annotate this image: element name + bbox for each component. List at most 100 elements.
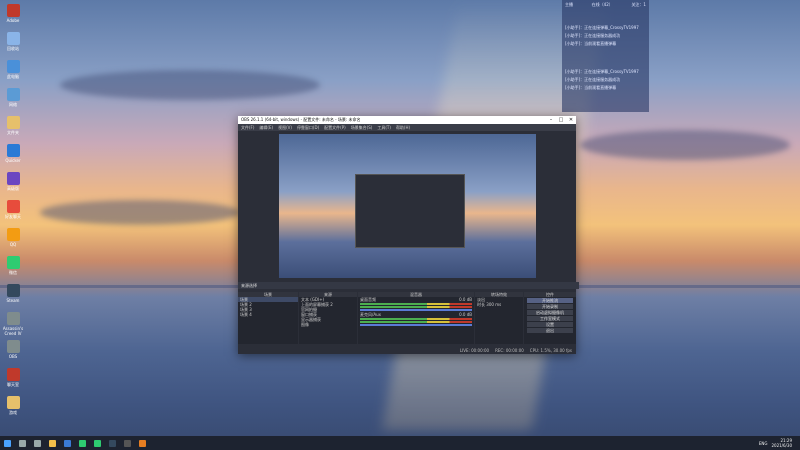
overlay-line: [小助手]：正在连接服务器成功: [565, 77, 621, 82]
desktop-icon-label: Adobe: [6, 18, 20, 23]
taskbar: ENG 21:29 2021/6/30: [0, 436, 800, 450]
steam-icon[interactable]: [109, 439, 116, 447]
obs-title: OBS 26.1.1 (64-bit, windows) - 配置文件: 未命名…: [241, 117, 361, 122]
task-view-icon[interactable]: [34, 439, 41, 447]
mixer-channel-db: 0.0 dB: [459, 312, 472, 317]
chrome-icon[interactable]: [79, 439, 86, 447]
volume-meter: [360, 303, 472, 305]
overlay-follow: 关注：1: [631, 2, 646, 7]
explorer-icon[interactable]: [49, 439, 56, 447]
search-icon[interactable]: [19, 439, 26, 447]
overlay-line: [小助手]：正在连接弹幕_CrossyTV1997: [565, 25, 639, 30]
desktop-icon[interactable]: 高级版: [2, 172, 24, 191]
app-icon: [6, 340, 20, 353]
menu-item[interactable]: 编辑(E): [259, 125, 273, 131]
desktop-icon[interactable]: 游戏: [2, 396, 24, 415]
mixer-channel-db: 0.0 dB: [459, 297, 472, 302]
desktop-icon-label: 好友聊天: [5, 214, 21, 219]
controls-title: 控件: [524, 292, 576, 297]
nested-preview: [355, 174, 465, 248]
menu-item[interactable]: 停靠窗口(D): [297, 125, 319, 131]
obs-statusbar: LIVE: 00:00:00 REC: 00:00:00 CPU: 1.5%, …: [238, 346, 576, 354]
lang-indicator[interactable]: ENG: [759, 441, 768, 446]
desktop-icon[interactable]: 好友聊天: [2, 200, 24, 219]
control-button[interactable]: 启动虚拟摄像机: [527, 310, 573, 315]
app-icon: [6, 284, 20, 297]
edge-icon[interactable]: [64, 439, 71, 447]
scene-item[interactable]: 场景 4: [238, 312, 298, 317]
minimize-icon[interactable]: –: [546, 117, 556, 123]
app-icon: [6, 4, 20, 17]
overlay-line: [小助手]：正在连接服务器成功: [565, 33, 621, 38]
app-icon: [6, 172, 20, 185]
app-icon: [6, 312, 20, 325]
desktop-icon[interactable]: 聊天室: [2, 368, 24, 387]
wechat-icon[interactable]: [94, 439, 101, 447]
overlay-line: [小助手]：正在连接弹幕_CrossyTV1997: [565, 69, 639, 74]
control-button[interactable]: 开始录制: [527, 304, 573, 309]
desktop-icon[interactable]: 此电脑: [2, 60, 24, 79]
desktop-icon[interactable]: Steam: [2, 284, 24, 303]
desktop-icon[interactable]: 文件夹: [2, 116, 24, 135]
desktop-icon-label: 回收站: [7, 46, 19, 51]
preview-canvas[interactable]: [279, 134, 536, 278]
desktop-icon-label: Quicker: [5, 158, 21, 163]
app-icon: [6, 228, 20, 241]
cloud: [580, 130, 790, 160]
duration-value[interactable]: 300 ms: [486, 302, 501, 307]
volume-meter: [360, 306, 472, 308]
cloud: [40, 200, 240, 225]
desktop-icon[interactable]: OBS: [2, 340, 24, 359]
control-button[interactable]: 工作室模式: [527, 316, 573, 321]
clock-date: 2021/6/30: [771, 443, 792, 448]
preview-status: 来源选择: [238, 282, 579, 289]
desktop-icon[interactable]: QQ: [2, 228, 24, 247]
duration-label: 时长: [477, 302, 485, 307]
desktop-icon[interactable]: Assassin's Creed IV: [2, 312, 24, 336]
app-icon[interactable]: [139, 439, 146, 447]
desktop-icon[interactable]: 微信: [2, 256, 24, 275]
cpu-usage: CPU: 1.5%, 30.00 fps: [529, 347, 572, 353]
obs-window[interactable]: OBS 26.1.1 (64-bit, windows) - 配置文件: 未命名…: [238, 116, 579, 354]
menu-item[interactable]: 文件(F): [241, 125, 254, 131]
overlay-line: [小助手]：当前观看直播弹幕: [565, 85, 617, 90]
menu-item[interactable]: 场景集合(S): [351, 125, 373, 131]
desktop-icon-label: 聊天室: [7, 382, 19, 387]
app-icon: [6, 144, 20, 157]
desktop-icon-label: QQ: [9, 242, 17, 247]
close-icon[interactable]: ✕: [566, 117, 576, 123]
overlay-host: 主播: [565, 2, 573, 7]
clock[interactable]: 21:29 2021/6/30: [771, 438, 792, 448]
start-icon[interactable]: [4, 439, 11, 447]
source-item[interactable]: 图像: [299, 322, 357, 327]
mixer-channel: 桌面音频 0.0 dB: [358, 297, 474, 311]
sources-dock: 来源 文本 (GDI+) 上面的屏幕捕获 2 官网拍摄 窗口捕获 显示器捕获 图像: [299, 292, 357, 344]
desktop-icon[interactable]: Adobe: [2, 4, 24, 23]
desktop-icon-label: OBS: [8, 354, 18, 359]
obs-titlebar[interactable]: OBS 26.1.1 (64-bit, windows) - 配置文件: 未命名…: [238, 116, 576, 124]
volume-slider[interactable]: [360, 309, 472, 311]
desktop-icon-label: 此电脑: [7, 74, 19, 79]
control-button[interactable]: 退出: [527, 328, 573, 333]
volume-slider[interactable]: [360, 324, 472, 326]
danmaku-overlay: 主播 在线（42） 关注：1 [小助手]：正在连接弹幕_CrossyTV1997…: [562, 0, 649, 112]
controls-dock: 控件 开始推流 开始录制 启动虚拟摄像机 工作室模式 设置 退出: [524, 292, 576, 344]
desktop-icon-label: 微信: [9, 270, 17, 275]
desktop-icon-label: 文件夹: [7, 130, 19, 135]
desktop-icon[interactable]: Quicker: [2, 144, 24, 163]
docks: 场景 场景 场景 2 场景 3 场景 4 来源 文本 (GDI+) 上面的屏幕捕获 2官…: [238, 292, 576, 344]
system-tray: ENG 21:29 2021/6/30: [759, 438, 800, 448]
overlay-line: [小助手]：当前观看直播弹幕: [565, 41, 617, 46]
desktop-icon[interactable]: 回收站: [2, 32, 24, 51]
menu-item[interactable]: 配置文件(P): [324, 125, 346, 131]
volume-meter: [360, 321, 472, 323]
maximize-icon[interactable]: □: [556, 117, 566, 123]
menu-item[interactable]: 帮助(H): [396, 125, 410, 131]
menu-item[interactable]: 工具(T): [377, 125, 391, 131]
menu-item[interactable]: 视图(V): [278, 125, 292, 131]
desktop-icon[interactable]: 网络: [2, 88, 24, 107]
control-button[interactable]: 设置: [527, 322, 573, 327]
app-icon: [6, 256, 20, 269]
control-button[interactable]: 开始推流: [527, 298, 573, 303]
obs-taskbar-icon[interactable]: [124, 439, 131, 447]
